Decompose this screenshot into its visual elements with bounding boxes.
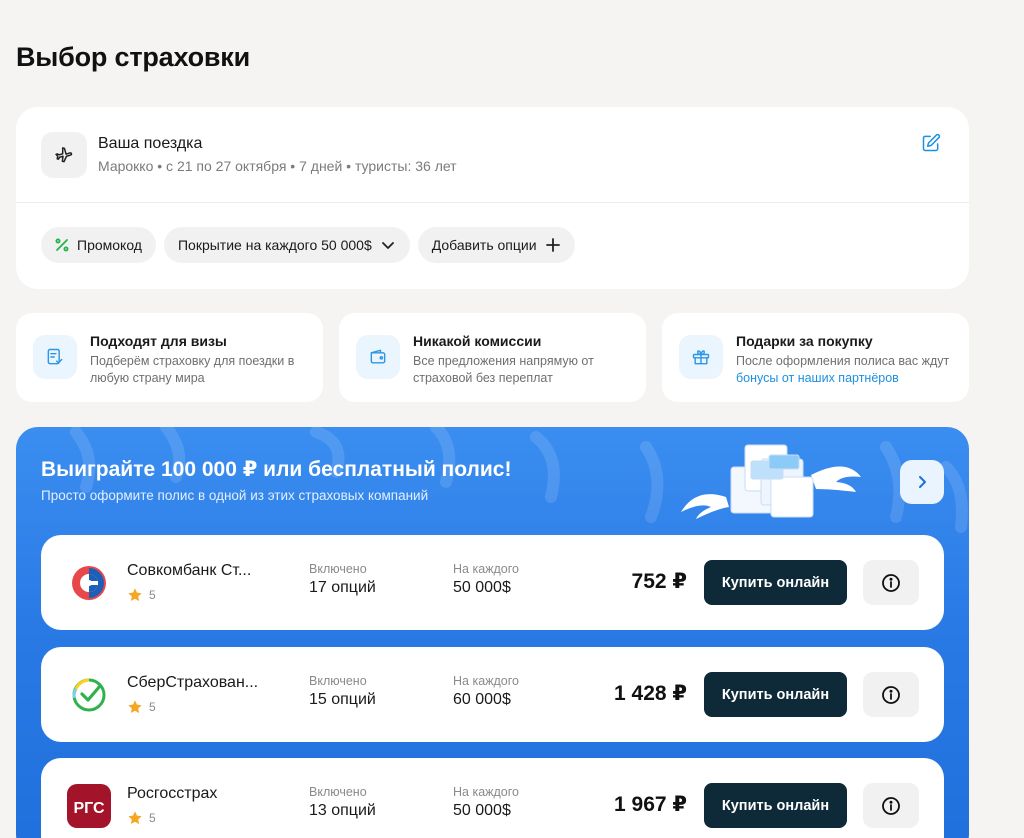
document-check-icon <box>33 335 77 379</box>
promo-next-button[interactable] <box>900 460 944 504</box>
included-value: 13 опций <box>309 802 376 819</box>
trip-details: Марокко • с 21 по 27 октября • 7 дней • … <box>98 158 457 174</box>
rating-value: 5 <box>149 811 156 825</box>
promo-title: Выиграйте 100 000 ₽ или бесплатный полис… <box>41 458 512 481</box>
feature-title: Никакой комиссии <box>413 333 542 349</box>
chevron-down-icon <box>380 237 396 253</box>
chevron-right-icon <box>919 476 926 488</box>
included-value: 17 опций <box>309 579 376 596</box>
rosgosstrakh-logo: РГС <box>67 784 111 828</box>
coverage-column: На каждого 50 000$ <box>453 785 519 820</box>
coverage-per-label: На каждого <box>453 785 519 799</box>
included-column: Включено 17 опций <box>309 562 376 597</box>
price: 1 967 ₽ <box>614 793 687 816</box>
rating: 5 <box>127 699 156 715</box>
add-options-label: Добавить опции <box>431 237 537 253</box>
rating: 5 <box>127 810 156 826</box>
star-icon <box>128 811 142 825</box>
offer-row: СберСтрахован... 5 Включено 15 опций На … <box>41 647 944 742</box>
price: 1 428 ₽ <box>614 682 687 705</box>
included-label: Включено <box>309 674 367 688</box>
filter-chips: Промокод Покрытие на каждого 50 000$ Доб… <box>41 227 575 263</box>
coverage-per-value: 50 000$ <box>453 802 511 819</box>
company-name: Совкомбанк Ст... <box>127 562 252 579</box>
offer-row: Совкомбанк Ст... 5 Включено 17 опций На … <box>41 535 944 630</box>
feature-description: Подберём страховку для поездки в любую с… <box>90 354 295 385</box>
edit-icon[interactable] <box>921 133 943 155</box>
page-title: Выбор страховки <box>16 42 251 72</box>
coverage-per-label: На каждого <box>453 562 519 576</box>
coverage-column: На каждого 60 000$ <box>453 674 519 709</box>
company-name: СберСтрахован... <box>127 674 259 691</box>
coverage-per-label: На каждого <box>453 674 519 688</box>
coverage-column: На каждого 50 000$ <box>453 562 519 597</box>
divider <box>16 202 969 203</box>
info-icon <box>882 685 900 704</box>
included-column: Включено 15 опций <box>309 674 376 709</box>
wallet-icon <box>356 335 400 379</box>
feature-description-text: После оформления полиса вас ждут <box>736 354 950 368</box>
coverage-label: Покрытие на каждого 50 000$ <box>177 237 372 253</box>
feature-title: Подходят для визы <box>90 333 227 349</box>
gift-icon <box>679 335 723 379</box>
offer-row: РГС Росгосстрах 5 Включено 13 опций На к… <box>41 758 944 838</box>
coverage-per-value: 60 000$ <box>453 691 511 708</box>
rating: 5 <box>127 587 156 603</box>
trip-title: Ваша поездка <box>98 135 203 152</box>
promo-code-chip[interactable]: Промокод <box>41 227 156 263</box>
trip-card: Ваша поездка Марокко • с 21 по 27 октябр… <box>16 107 969 289</box>
percent-icon <box>55 238 69 252</box>
rating-value: 5 <box>149 588 156 602</box>
coverage-per-value: 50 000$ <box>453 579 511 596</box>
price: 752 ₽ <box>631 570 687 593</box>
included-column: Включено 13 опций <box>309 785 376 820</box>
company-name: Росгосстрах <box>127 785 218 802</box>
coverage-dropdown[interactable]: Покрытие на каждого 50 000$ <box>163 227 410 263</box>
star-icon <box>128 588 142 602</box>
info-button[interactable] <box>863 783 919 828</box>
partners-bonus-link[interactable]: бонусы от наших партнёров <box>736 371 899 385</box>
promo-code-label: Промокод <box>77 237 142 253</box>
buy-online-button[interactable]: Купить онлайн <box>704 783 847 828</box>
feature-description: Все предложения напрямую от страховой бе… <box>413 354 594 385</box>
buy-online-button[interactable]: Купить онлайн <box>704 672 847 717</box>
plus-icon <box>545 237 561 253</box>
feature-no-commission: Никакой комиссии Все предложения напряму… <box>339 313 646 402</box>
plane-icon <box>41 132 87 178</box>
sberstrakhovanie-logo <box>72 678 106 712</box>
star-icon <box>128 700 142 714</box>
feature-title: Подарки за покупку <box>736 333 873 349</box>
flying-documents-illustration <box>681 444 861 519</box>
feature-visa: Подходят для визы Подберём страховку для… <box>16 313 323 402</box>
included-label: Включено <box>309 785 367 799</box>
sovcombank-logo <box>72 566 106 600</box>
svg-text:РГС: РГС <box>73 800 105 817</box>
info-button[interactable] <box>863 560 919 605</box>
feature-description: После оформления полиса вас ждут бонусы … <box>736 353 964 387</box>
promo-subtitle: Просто оформите полис в одной из этих ст… <box>41 488 429 503</box>
rating-value: 5 <box>149 700 156 714</box>
info-icon <box>882 573 900 592</box>
included-value: 15 опций <box>309 691 376 708</box>
add-options-chip[interactable]: Добавить опции <box>417 227 575 263</box>
included-label: Включено <box>309 562 367 576</box>
info-icon <box>882 796 900 815</box>
buy-online-button[interactable]: Купить онлайн <box>704 560 847 605</box>
feature-gifts: Подарки за покупку После оформления поли… <box>662 313 969 402</box>
info-button[interactable] <box>863 672 919 717</box>
